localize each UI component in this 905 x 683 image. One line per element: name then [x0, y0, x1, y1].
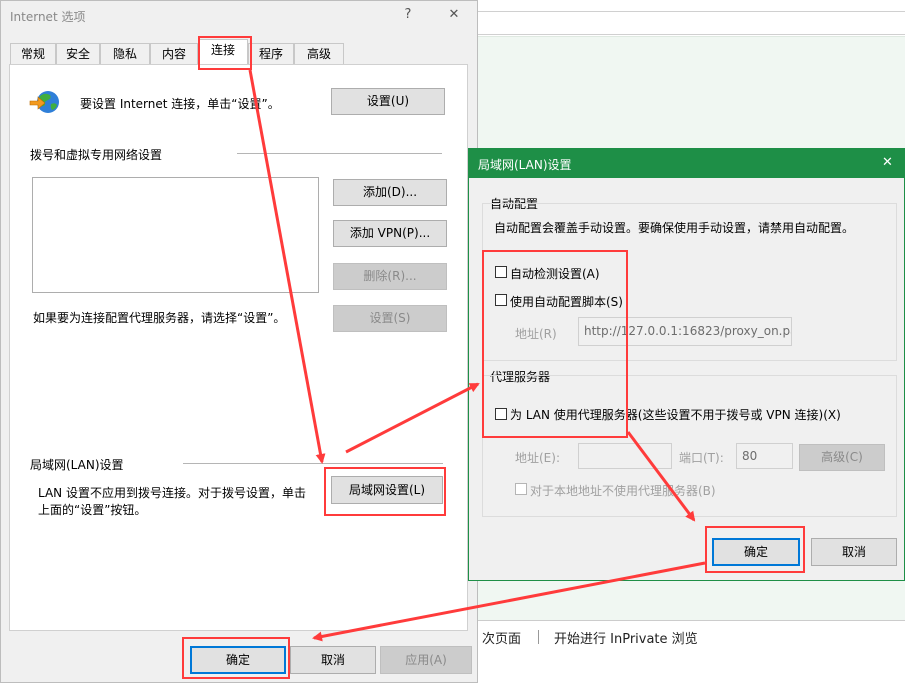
arrow-tab-to-lan-button: [248, 69, 326, 464]
arrow-lan-ok-to-ok: [312, 561, 706, 642]
annotation-arrows: [248, 69, 706, 642]
arrow-checkbox-to-ok: [626, 431, 696, 522]
arrow-lan-button-to-checkbox: [345, 382, 480, 454]
